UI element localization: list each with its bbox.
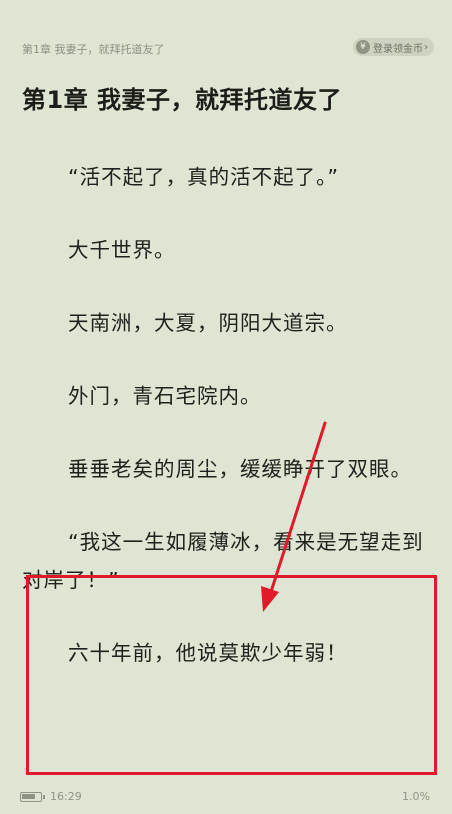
status-time: 16:29: [50, 790, 82, 803]
login-coin-button[interactable]: ¥ 登录领金币 ›: [353, 38, 434, 56]
battery-icon: [20, 792, 45, 802]
annotation-highlight-box: [26, 575, 437, 775]
yen-coin-icon: ¥: [356, 40, 370, 54]
paragraph: 天南洲，大夏，阴阳大道宗。: [68, 311, 348, 335]
chapter-title: 第1章 我妻子，就拜托道友了: [22, 86, 343, 114]
chevron-right-icon: ›: [424, 41, 428, 53]
paragraph: 垂垂老矣的周尘，缓缓睁开了双眼。: [68, 457, 412, 481]
coin-button-label: 登录领金币: [373, 43, 423, 55]
battery-level-fill: [22, 794, 35, 799]
reading-progress: 1.0%: [402, 790, 430, 803]
header-chapter-title: 第1章 我妻子，就拜托道友了: [22, 43, 165, 56]
paragraph: 外门，青石宅院内。: [68, 384, 262, 408]
paragraph: 大千世界。: [68, 238, 176, 262]
paragraph: “活不起了，真的活不起了。”: [68, 165, 339, 189]
